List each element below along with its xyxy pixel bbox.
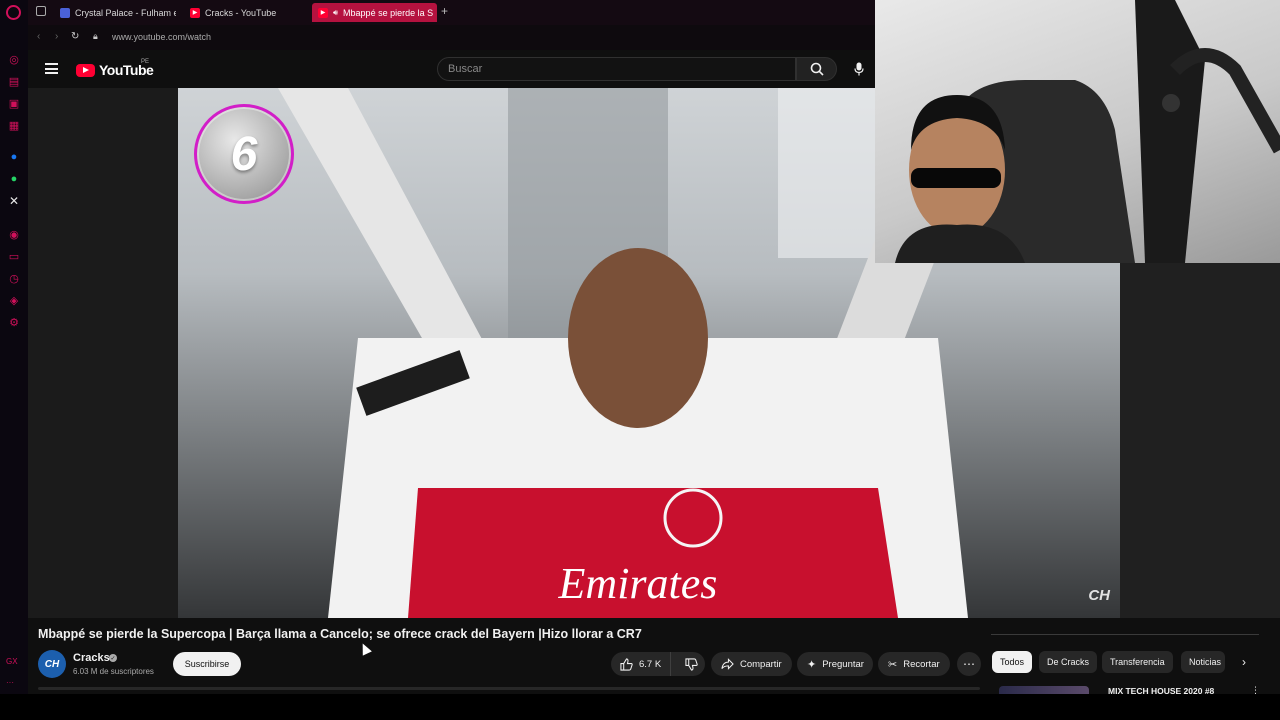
search-placeholder: Buscar: [448, 63, 483, 75]
player-icon[interactable]: ◉: [7, 227, 21, 241]
channel-name[interactable]: Cracks: [73, 652, 110, 664]
opera-gx-logo[interactable]: [6, 5, 21, 20]
browser-sidebar: ◎ ▤ ▣ ▦ ● ● ✕ ◉ ▭ ◷ ◈ ⚙ GX ···: [0, 0, 28, 720]
new-tab-button[interactable]: +: [441, 4, 448, 18]
chip-transferencia[interactable]: Transferencia: [1102, 651, 1173, 673]
search-input[interactable]: Buscar: [437, 57, 796, 81]
tab-cracks-youtube[interactable]: ▶ Cracks - YouTube: [184, 3, 304, 22]
voice-search-button[interactable]: [847, 57, 871, 81]
sidebar-more-icon[interactable]: ···: [6, 678, 14, 687]
search-icon: [810, 62, 824, 76]
ranking-number-badge: 6: [194, 104, 294, 204]
description-box-edge: [38, 687, 980, 690]
webcam-overlay: [875, 0, 1280, 263]
crystal-palace-favicon-icon: [60, 7, 70, 18]
lock-icon: 🔒︎: [93, 31, 98, 41]
bottom-bar: [0, 694, 1280, 720]
related-video-thumbnail[interactable]: [999, 686, 1089, 694]
reload-icon[interactable]: ↻: [71, 31, 79, 42]
more-actions-button[interactable]: ⋯: [957, 652, 981, 676]
chip-de-cracks[interactable]: De Cracks: [1039, 651, 1098, 673]
microphone-icon: [854, 62, 864, 76]
x-twitter-icon[interactable]: ✕: [7, 194, 21, 208]
subscribe-button[interactable]: Suscribirse: [173, 652, 241, 676]
tab-menu-icon[interactable]: [36, 6, 46, 16]
tab-mbappe-active[interactable]: ▶ 🔊︎ Mbappé se pierde la S: [312, 3, 437, 22]
settings-icon[interactable]: ⚙: [7, 315, 21, 329]
mouse-cursor: [358, 641, 372, 656]
channel-watermark[interactable]: CH: [1088, 587, 1110, 604]
share-label: Compartir: [740, 658, 782, 670]
youtube-play-icon: [76, 63, 95, 77]
tab-bar: Crystal Palace - Fulham en ▶ Cracks - Yo…: [28, 0, 875, 25]
like-dislike-group: 6.7 K: [611, 652, 705, 676]
thumbs-down-icon: [684, 657, 698, 671]
messenger-icon[interactable]: ●: [7, 150, 21, 164]
clip-button[interactable]: ✂ Recortar: [878, 652, 950, 676]
gx-corner-icon[interactable]: GX: [6, 657, 18, 666]
url-field[interactable]: www.youtube.com/watch: [112, 32, 211, 42]
extensions-icon[interactable]: ◈: [7, 293, 21, 307]
clip-label: Recortar: [903, 658, 940, 670]
youtube-masthead: YouTube PE Buscar: [28, 50, 875, 88]
tab-title: Crystal Palace - Fulham en: [75, 7, 176, 18]
twitch-icon[interactable]: ▣: [7, 96, 21, 110]
address-bar: ‹ › ↻ 🔒︎ www.youtube.com/watch: [28, 25, 875, 50]
channel-avatar[interactable]: CH: [38, 650, 66, 678]
wallet-icon[interactable]: ▭: [7, 249, 21, 263]
whatsapp-icon[interactable]: ●: [7, 172, 21, 186]
hamburger-menu-icon[interactable]: [45, 63, 58, 74]
forward-icon[interactable]: ›: [55, 31, 58, 42]
chip-todos[interactable]: Todos: [992, 651, 1033, 673]
speaker-icon: 🔊︎: [333, 7, 339, 17]
thumbs-up-icon: [620, 657, 633, 671]
tab-title: Mbappé se pierde la S: [343, 7, 434, 18]
chevron-right-icon[interactable]: ›: [1236, 653, 1252, 671]
divider: [991, 634, 1259, 635]
youtube-favicon-icon: ▶: [318, 7, 328, 18]
chip-noticias[interactable]: Noticias: [1181, 651, 1225, 673]
verified-badge-icon: ✓: [109, 654, 117, 662]
player-side-area: [1120, 263, 1280, 618]
share-icon: [721, 658, 734, 670]
youtube-favicon-icon: ▶: [190, 7, 200, 18]
tab-title: Cracks - YouTube: [205, 7, 277, 18]
region-code: PE: [141, 59, 150, 65]
subscriber-count: 6.03 M de suscriptores: [73, 667, 154, 676]
back-icon[interactable]: ‹: [37, 31, 40, 42]
dislike-button[interactable]: [677, 652, 705, 676]
share-button[interactable]: Compartir: [711, 652, 792, 676]
video-title: Mbappé se pierde la Supercopa | Barça ll…: [38, 627, 642, 641]
ask-label: Preguntar: [822, 658, 864, 670]
svg-text:Emirates: Emirates: [558, 559, 718, 608]
scissors-icon: ✂: [888, 658, 898, 671]
history-icon[interactable]: ◷: [7, 271, 21, 285]
gx-control-icon[interactable]: ◎: [7, 52, 21, 66]
ranking-number: 6: [230, 127, 258, 181]
bag-icon[interactable]: ▤: [7, 74, 21, 88]
like-button[interactable]: 6.7 K: [611, 652, 672, 676]
sparkle-icon: ✦: [807, 658, 817, 671]
streamer-webcam-image: [895, 0, 1280, 263]
tab-crystal-palace[interactable]: Crystal Palace - Fulham en: [54, 3, 176, 22]
pinboard-icon[interactable]: ▦: [7, 118, 21, 132]
like-count: 6.7 K: [639, 658, 662, 670]
ask-button[interactable]: ✦ Preguntar: [797, 652, 873, 676]
search-button[interactable]: [796, 57, 837, 81]
